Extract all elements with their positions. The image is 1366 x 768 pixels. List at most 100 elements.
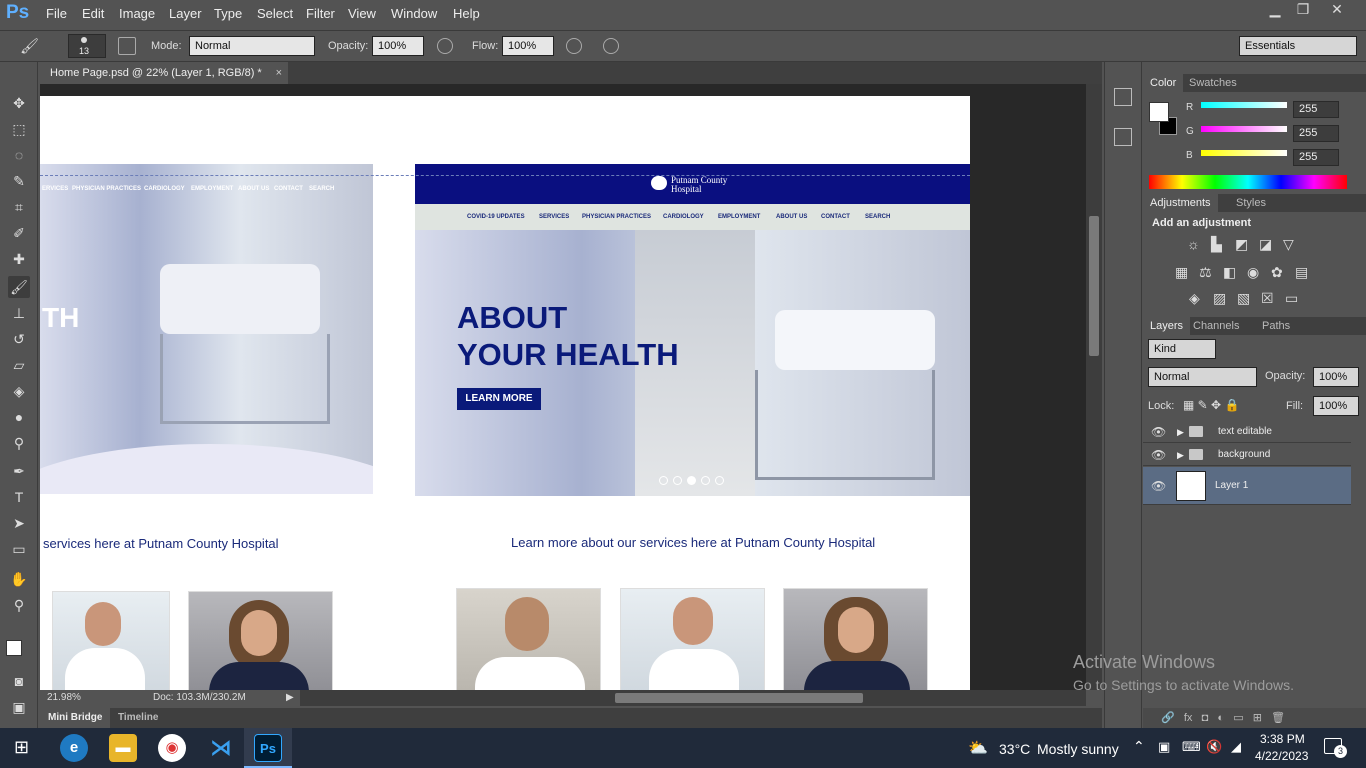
vscode-icon[interactable]: ⋊: [207, 734, 235, 762]
nav-left-item[interactable]: PHYSICIAN PRACTICES: [72, 186, 141, 192]
nav-left-item[interactable]: EMPLOYMENT: [191, 186, 233, 192]
weather-icon[interactable]: ⛅: [968, 738, 988, 758]
nav-left-item[interactable]: SEARCH: [309, 186, 334, 192]
horizontal-scroll-thumb[interactable]: [615, 693, 863, 703]
document-tab[interactable]: Home Page.psd @ 22% (Layer 1, RGB/8) * ×: [40, 62, 288, 84]
carousel-dot[interactable]: [701, 476, 710, 485]
nav-item-search[interactable]: SEARCH: [865, 214, 890, 220]
canvas-area[interactable]: TH ERVICES PHYSICIAN PRACTICES CARDIOLOG…: [40, 84, 1086, 690]
foreground-swatch[interactable]: [1149, 102, 1169, 122]
b-slider[interactable]: [1201, 150, 1287, 156]
properties-panel-icon[interactable]: [1114, 128, 1132, 146]
b-value[interactable]: 255: [1293, 149, 1339, 166]
restore-button[interactable]: ❐: [1286, 0, 1320, 20]
expand-arrow-icon[interactable]: ▶: [1177, 444, 1184, 466]
menu-select[interactable]: Select: [257, 6, 293, 21]
tab-paths[interactable]: Paths: [1255, 317, 1297, 335]
close-tab-icon[interactable]: ×: [276, 62, 282, 84]
meet-now-icon[interactable]: ▣: [1158, 739, 1170, 755]
menu-type[interactable]: Type: [214, 6, 242, 21]
type-tool-icon[interactable]: T: [8, 486, 30, 508]
blend-mode-select[interactable]: Normal: [1148, 367, 1257, 387]
rectangle-tool-icon[interactable]: ▭: [8, 538, 30, 560]
menu-filter[interactable]: Filter: [306, 6, 335, 21]
exposure-icon[interactable]: ◪: [1259, 236, 1272, 253]
tab-timeline[interactable]: Timeline: [118, 708, 158, 728]
carousel-dot[interactable]: [659, 476, 668, 485]
chrome-icon[interactable]: ◉: [158, 734, 186, 762]
color-balance-icon[interactable]: ⚖: [1199, 264, 1212, 281]
mode-select[interactable]: Normal: [189, 36, 315, 56]
tab-layers[interactable]: Layers: [1143, 317, 1191, 335]
selective-color-icon[interactable]: ☒: [1261, 290, 1274, 307]
expand-arrow-icon[interactable]: ▶: [1177, 421, 1184, 443]
tab-adjustments[interactable]: Adjustments: [1143, 194, 1218, 212]
nav-item-about[interactable]: ABOUT US: [776, 214, 807, 220]
tab-color[interactable]: Color: [1143, 74, 1184, 92]
g-value[interactable]: 255: [1293, 125, 1339, 142]
show-hidden-icons-chevron-icon[interactable]: ⌃: [1133, 738, 1145, 755]
g-slider[interactable]: [1201, 126, 1287, 132]
nav-left-item[interactable]: ABOUT US: [238, 186, 269, 192]
eraser-tool-icon[interactable]: ▱: [8, 354, 30, 376]
curves-icon[interactable]: ◩: [1235, 236, 1248, 253]
foreground-color-swatch[interactable]: [6, 640, 22, 656]
visibility-eye-icon[interactable]: 👁: [1151, 444, 1166, 466]
opacity-field[interactable]: 100%: [372, 36, 424, 56]
layer-row-text-editable[interactable]: 👁 ▶ text editable: [1143, 421, 1351, 443]
clock-time[interactable]: 3:38 PM: [1260, 732, 1305, 746]
brush-tool-icon[interactable]: 🖌: [20, 37, 39, 55]
nav-item-contact[interactable]: CONTACT: [821, 214, 850, 220]
path-selection-tool-icon[interactable]: ➤: [8, 512, 30, 534]
nav-item-employment[interactable]: EMPLOYMENT: [718, 214, 760, 220]
pen-tool-icon[interactable]: ✒: [8, 460, 30, 482]
lock-icons[interactable]: ▦ ✎ ✥ 🔒: [1183, 398, 1239, 412]
paint-bucket-tool-icon[interactable]: ◈: [8, 380, 30, 402]
photoshop-taskbar-button[interactable]: Ps: [244, 728, 292, 768]
visibility-eye-icon[interactable]: 👁: [1151, 467, 1166, 505]
clock-date[interactable]: 4/22/2023: [1255, 749, 1308, 763]
pressure-size-icon[interactable]: [603, 38, 619, 54]
menu-image[interactable]: Image: [119, 6, 155, 21]
blur-tool-icon[interactable]: ●: [8, 406, 30, 428]
color-spectrum[interactable]: [1149, 175, 1347, 189]
windows-start-icon[interactable]: ⊞: [14, 737, 29, 758]
threshold-icon[interactable]: ▧: [1237, 290, 1250, 307]
posterize-icon[interactable]: ▨: [1213, 290, 1226, 307]
vibrance-icon[interactable]: ▽: [1283, 236, 1294, 253]
black-white-icon[interactable]: ◧: [1223, 264, 1236, 281]
nav-item-physician[interactable]: PHYSICIAN PRACTICES: [582, 214, 651, 220]
tab-swatches[interactable]: Swatches: [1182, 74, 1244, 92]
edge-icon[interactable]: e: [60, 734, 88, 762]
lasso-tool-icon[interactable]: ◌: [8, 144, 30, 166]
weather-temp[interactable]: 33°C: [999, 741, 1030, 757]
photo-filter-icon[interactable]: ◉: [1247, 264, 1259, 281]
volume-muted-icon[interactable]: 🔇: [1206, 739, 1222, 755]
status-menu-icon[interactable]: ▶: [286, 690, 294, 706]
color-lookup-icon[interactable]: ▤: [1295, 264, 1308, 281]
artboard[interactable]: TH ERVICES PHYSICIAN PRACTICES CARDIOLOG…: [40, 96, 970, 690]
move-tool-icon[interactable]: ✥: [8, 92, 30, 114]
nav-item-cardiology[interactable]: CARDIOLOGY: [663, 214, 704, 220]
marquee-tool-icon[interactable]: ⬚: [8, 118, 30, 140]
weather-desc[interactable]: Mostly sunny: [1037, 741, 1119, 757]
input-method-icon[interactable]: ⌨: [1182, 739, 1201, 755]
carousel-dot[interactable]: [715, 476, 724, 485]
fill-field[interactable]: 100%: [1313, 396, 1359, 416]
nav-item-covid[interactable]: COVID-19 UPDATES: [467, 214, 525, 220]
r-value[interactable]: 255: [1293, 101, 1339, 118]
quick-mask-icon[interactable]: ◙: [8, 670, 30, 692]
photoshop-logo[interactable]: Ps: [6, 2, 32, 24]
tab-channels[interactable]: Channels: [1186, 317, 1246, 335]
crop-tool-icon[interactable]: ⌗: [8, 196, 30, 218]
zoom-tool-icon[interactable]: ⚲: [8, 594, 30, 616]
file-explorer-icon[interactable]: ▬: [109, 734, 137, 762]
history-brush-tool-icon[interactable]: ↺: [8, 328, 30, 350]
nav-item-services[interactable]: SERVICES: [539, 214, 569, 220]
close-window-button[interactable]: ✕: [1320, 0, 1354, 20]
dodge-tool-icon[interactable]: ⚲: [8, 432, 30, 454]
screen-mode-icon[interactable]: ▣: [8, 696, 30, 718]
pressure-opacity-icon[interactable]: [437, 38, 453, 54]
carousel-dot-active[interactable]: [687, 476, 696, 485]
healing-brush-tool-icon[interactable]: ✚: [8, 248, 30, 270]
